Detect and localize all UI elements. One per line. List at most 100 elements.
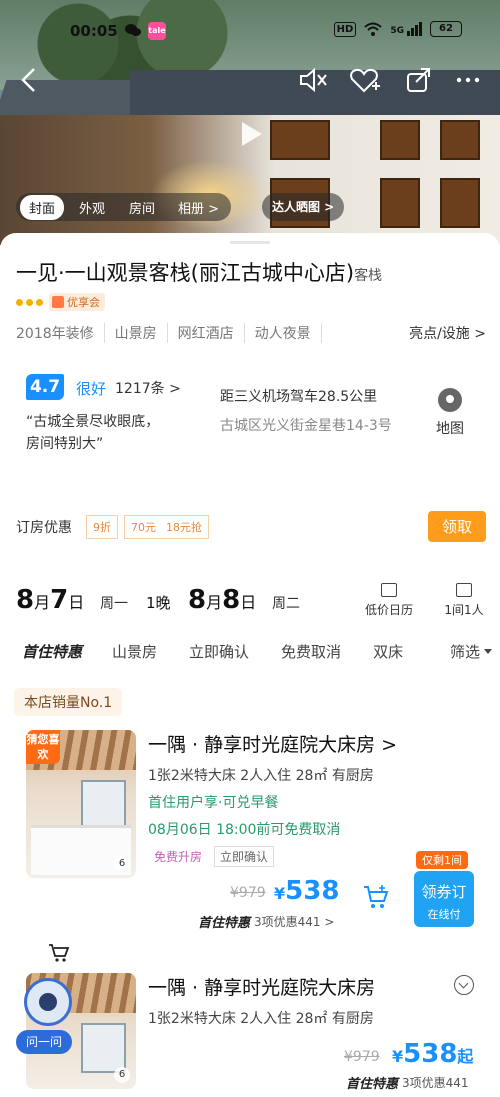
nights-count: 1晚 [146,594,171,612]
coupon-row: 订房优惠 9折 70元 18元抢 领取 [16,511,486,542]
tab-exterior[interactable]: 外观 [70,195,114,220]
filter-twin-bed[interactable]: 双床 [373,641,403,662]
hero-window [440,120,480,160]
guest-icon [456,583,472,597]
deal-details-link[interactable]: 3项优惠441 [402,1074,469,1091]
album-link[interactable]: 相册 > [170,195,227,220]
tab-cover[interactable]: 封面 [20,194,65,220]
diamond-level-icon [16,298,43,306]
signal-icon: 5G [390,22,422,36]
day-unit: 日 [68,593,85,612]
checkout-date[interactable]: 8月8日 [188,585,256,615]
filter-free-cancel[interactable]: 免费取消 [281,641,341,662]
location-pin-icon [438,388,462,412]
coupon-cash[interactable]: 70元 18元抢 [124,514,209,539]
filter-more-label: 筛选 [449,643,480,661]
original-price: ¥979 [230,885,266,901]
hero-window [270,120,330,160]
filter-first-stay[interactable]: 首住特惠 [22,641,82,662]
status-right: HD 5G 62 [333,21,462,37]
feature-tag: 2018年装修 [16,323,105,343]
rooms-guests-label: 1间1人 [444,603,484,617]
hotel-detail-card: 一见·一山观景客栈(丽江古城中心店)客栈 优享会 2018年装修 山景房 网红酒… [0,233,500,1097]
room-spec: 1张2米特大床 2人入住 28㎡ 有厨房 [148,1011,374,1027]
review-quote-line: “古城全景尽收眼底， [26,414,160,430]
airport-distance: 距三义机场驾车28.5公里 [220,389,378,405]
favorite-icon[interactable] [346,62,382,98]
expand-icon[interactable] [454,975,474,995]
ugc-photos-link[interactable]: 达人晒图 > [262,193,345,221]
currency-symbol: ¥ [274,884,286,903]
first-stay-deal-label: 首住特惠 [198,916,251,931]
feature-tag: 山景房 [115,323,168,343]
bestseller-badge: 本店销量No.1 [14,688,123,716]
currency-symbol: ¥ [392,1047,404,1066]
hotel-title: 一见·一山观景客栈(丽江古城中心店)客栈 [16,257,382,287]
ask-label: 问一问 [16,1030,72,1054]
room-tag-upgrade: 免费升房 [154,850,203,864]
hotel-address: 古城区光义街金星巷14-3号 [220,418,392,434]
hotel-type-tag: 客栈 [354,268,383,284]
ai-assistant-button[interactable]: 问一问 [16,978,74,1068]
coupon-label: 订房优惠 [16,519,72,536]
room-card[interactable]: 6 一隅 · 静享时光庭院大床房 1张2米特大床 2人入住 28㎡ 有厨房 ¥9… [16,973,486,1097]
guess-you-like-badge: 猜您喜欢 [26,730,60,764]
room-name[interactable]: 一隅 · 静享时光庭院大床房 [148,973,375,1000]
checkin-month: 8 [16,585,35,615]
room-tags: 免费升房 立即确认 [148,846,275,867]
facilities-link[interactable]: 亮点/设施 > [409,323,486,343]
reviews-link[interactable]: 1217条 > [115,378,181,398]
claim-coupon-button[interactable]: 领取 [427,511,486,542]
hero-window [380,120,420,160]
price-value: 538 [285,876,340,906]
coupon-discount[interactable]: 9折 [86,514,118,539]
back-icon[interactable] [12,62,48,98]
review-quote: “古城全景尽收眼底， 房间特别大” [26,411,196,455]
room-photo-window [81,780,126,830]
photo-count: 6 [114,856,130,872]
filter-mountain-view[interactable]: 山景房 [112,641,157,662]
battery-icon: 62 [430,21,462,37]
mute-icon[interactable] [295,62,331,98]
price-calendar-button[interactable]: 低价日历 [360,583,418,618]
filter-more-button[interactable]: 筛选 [450,641,492,662]
checkout-weekday: 周二 [272,596,300,612]
cart-icon[interactable] [48,943,70,963]
hotel-name: 一见·一山观景客栈(丽江古城中心店) [16,261,355,285]
deal-details-link[interactable]: 3项优惠441 > [254,913,334,930]
room-filters: 首住特惠 山景房 立即确认 免费取消 双床 筛选 [22,641,492,662]
price-suffix: 起 [457,1047,474,1066]
map-button[interactable]: 地图 [430,388,470,438]
review-quote-line: 房间特别大” [26,436,104,452]
more-icon[interactable] [450,62,486,98]
checkout-day: 8 [222,585,241,615]
drag-handle[interactable] [230,241,270,244]
book-with-coupon-button[interactable]: 领券订 在线付 [414,871,474,927]
rooms-guests-button[interactable]: 1间1人 [442,583,486,618]
feature-tag: 网红酒店 [178,323,245,343]
filter-instant-confirm[interactable]: 立即确认 [189,641,249,662]
share-icon[interactable] [400,62,436,98]
coupon-cash-grab: 18元抢 [166,520,202,534]
member-badge-label: 优享会 [67,296,100,309]
month-unit: 月 [206,593,223,612]
hero-window [380,178,420,228]
checkin-day: 7 [50,585,69,615]
date-selector[interactable]: 8月7日 周一 1晚 8月8日 周二 低价日历 1间1人 [16,583,486,623]
add-to-cart-icon[interactable] [362,884,390,910]
checkout-month: 8 [188,585,207,615]
room-tag-confirm: 立即确认 [214,846,275,867]
room-card[interactable]: 6 猜您喜欢 一隅 · 静享时光庭院大床房 > 1张2米特大床 2人入住 28㎡… [16,730,486,931]
price-value: 538 [403,1039,458,1069]
checkin-date[interactable]: 8月7日 [16,585,84,615]
tab-rooms[interactable]: 房间 [120,195,164,220]
member-badge[interactable]: 优享会 [49,293,105,311]
room-name[interactable]: 一隅 · 静享时光庭院大床房 > [148,730,397,757]
score-label: 很好 [76,380,107,398]
room-price: ¥538 [274,876,339,906]
play-icon[interactable] [242,122,262,146]
photo-count: 6 [114,1067,130,1083]
score-badge[interactable]: 4.7 [26,374,64,400]
room-perk: 首住用户享·可兑早餐 [148,795,279,811]
room-spec: 1张2米特大床 2人入住 28㎡ 有厨房 [148,768,374,784]
